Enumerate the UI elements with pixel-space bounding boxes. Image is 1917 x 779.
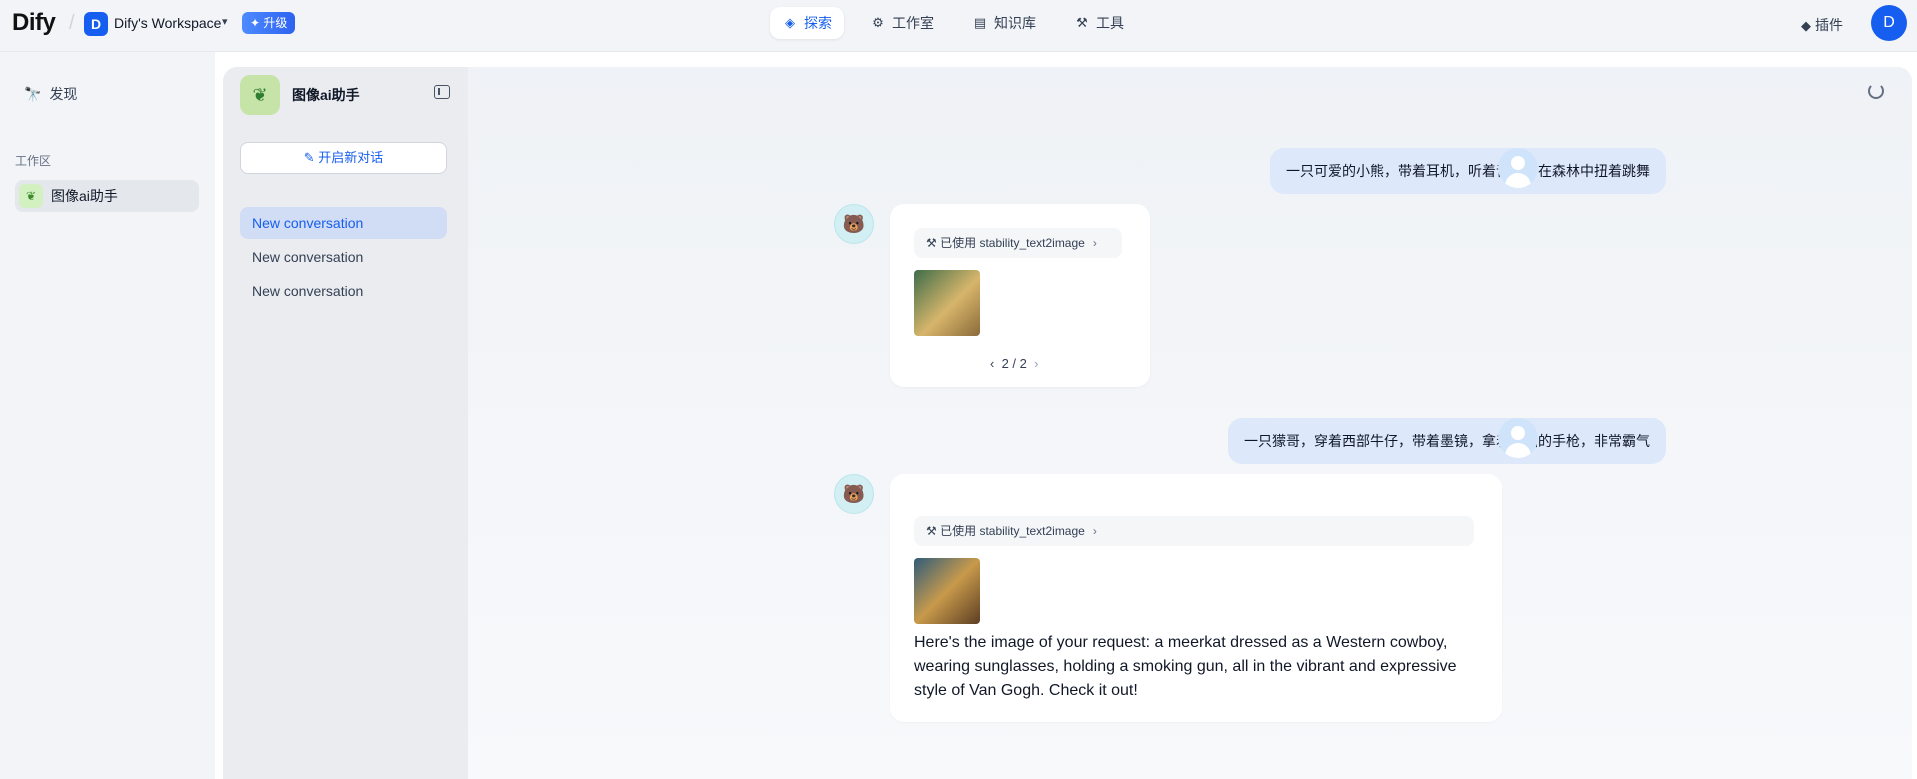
sidebar-item-image-ai[interactable]: ❦ 图像ai助手 [15,180,199,212]
dify-logo[interactable]: Dify [12,9,56,37]
nav-knowledge-label: 知识库 [994,15,1036,31]
edit-icon: ✎ [303,150,315,165]
conversation-item[interactable]: New conversation [240,207,447,239]
refresh-icon[interactable] [1868,83,1884,99]
user-message: 一只可爱的小熊，带着耳机，听着音乐，在森林中扭着跳舞 [1270,148,1666,194]
plugins-button[interactable]: ◆ 插件 [1801,15,1843,35]
chevron-down-icon[interactable]: ▾ [222,15,228,28]
app-icon: ❦ [240,75,280,115]
nav-explore[interactable]: ◈ 探索 [770,7,844,39]
workspace-section-label: 工作区 [15,154,52,168]
header-separator: / [69,12,75,34]
robot-icon: ⚙ [872,15,884,30]
nav-tools-label: 工具 [1096,15,1124,31]
assistant-answer-text: Here's the image of your request: a meer… [914,634,1457,699]
compass-icon: ◈ [785,15,795,30]
workspace-badge[interactable]: D [84,12,108,36]
nav-tools[interactable]: ⚒ 工具 [1062,7,1136,39]
nav-studio-label: 工作室 [892,15,934,31]
nav-explore-label: 探索 [804,15,832,31]
sidebar-item-label: 图像ai助手 [51,188,118,204]
app-header: ❦ 图像ai助手 [240,75,450,115]
book-icon: ▤ [973,15,987,30]
user-avatar-icon [1498,148,1538,188]
tool-usage-chip[interactable]: ⚒ 已使用 stability_text2image › [914,228,1122,258]
hammer-icon: ⚒ [1076,15,1088,30]
sidebar-toggle-icon[interactable] [434,85,450,99]
tool-usage-label: 已使用 stability_text2image [940,236,1085,250]
discover-label: 发现 [49,86,78,102]
chevron-right-icon: › [1092,524,1097,538]
workspace-name[interactable]: Dify's Workspace [114,15,221,31]
user-avatar-icon [1498,418,1538,458]
hammer-icon: ⚒ [926,236,937,250]
left-sidebar: 🔭 发现 工作区 ❦ 图像ai助手 [0,52,215,779]
telescope-icon: 🔭 [24,85,42,102]
chevron-right-icon: › [1092,236,1097,250]
chevron-right-icon[interactable]: › [1034,356,1038,371]
new-chat-button[interactable]: ✎ 开启新对话 [240,142,447,174]
nav-studio[interactable]: ⚙ 工作室 [858,7,946,39]
cube-icon: ◆ [1801,18,1811,33]
plugins-label: 插件 [1815,17,1843,33]
app-title: 图像ai助手 [292,87,360,103]
generated-image-bear[interactable] [914,270,980,336]
new-chat-label: 开启新对话 [318,150,384,165]
user-avatar[interactable]: D [1871,5,1907,41]
chevron-left-icon[interactable]: ‹ [990,356,994,371]
tool-usage-chip[interactable]: ⚒ 已使用 stability_text2image › [914,516,1474,546]
user-message: 一只獴哥，穿着西部牛仔，带着墨镜，拿着冒烟的手枪，非常霸气 [1228,418,1666,464]
conversation-item[interactable]: New conversation [240,241,447,273]
leaf-icon: ❦ [19,184,43,208]
conversation-item[interactable]: New conversation [240,275,447,307]
discover-link[interactable]: 🔭 发现 [24,84,77,104]
top-bar: Dify / D Dify's Workspace ▾ ✦ 升级 ◈ 探索 ⚙ … [0,0,1917,52]
assistant-message: ⚒ 已使用 stability_text2image › ‹ 2 / 2 › [890,204,1150,387]
hammer-icon: ⚒ [926,524,937,538]
bot-avatar-icon: 🐻 [834,204,874,244]
pager-label: 2 / 2 [1001,356,1027,371]
assistant-message: ⚒ 已使用 stability_text2image › Here's the i… [890,474,1502,722]
nav-knowledge[interactable]: ▤ 知识库 [960,7,1048,39]
tool-usage-label: 已使用 stability_text2image [940,524,1085,538]
chat-area: 一只可爱的小熊，带着耳机，听着音乐，在森林中扭着跳舞 🐻 ⚒ 已使用 stabi… [468,67,1912,779]
pager[interactable]: ‹ 2 / 2 › [990,356,1038,371]
upgrade-button[interactable]: ✦ 升级 [242,12,296,34]
conversation-panel: ❦ 图像ai助手 ✎ 开启新对话 New conversation New co… [223,67,468,779]
bot-avatar-icon: 🐻 [834,474,874,514]
generated-image-meerkat[interactable] [914,558,980,624]
